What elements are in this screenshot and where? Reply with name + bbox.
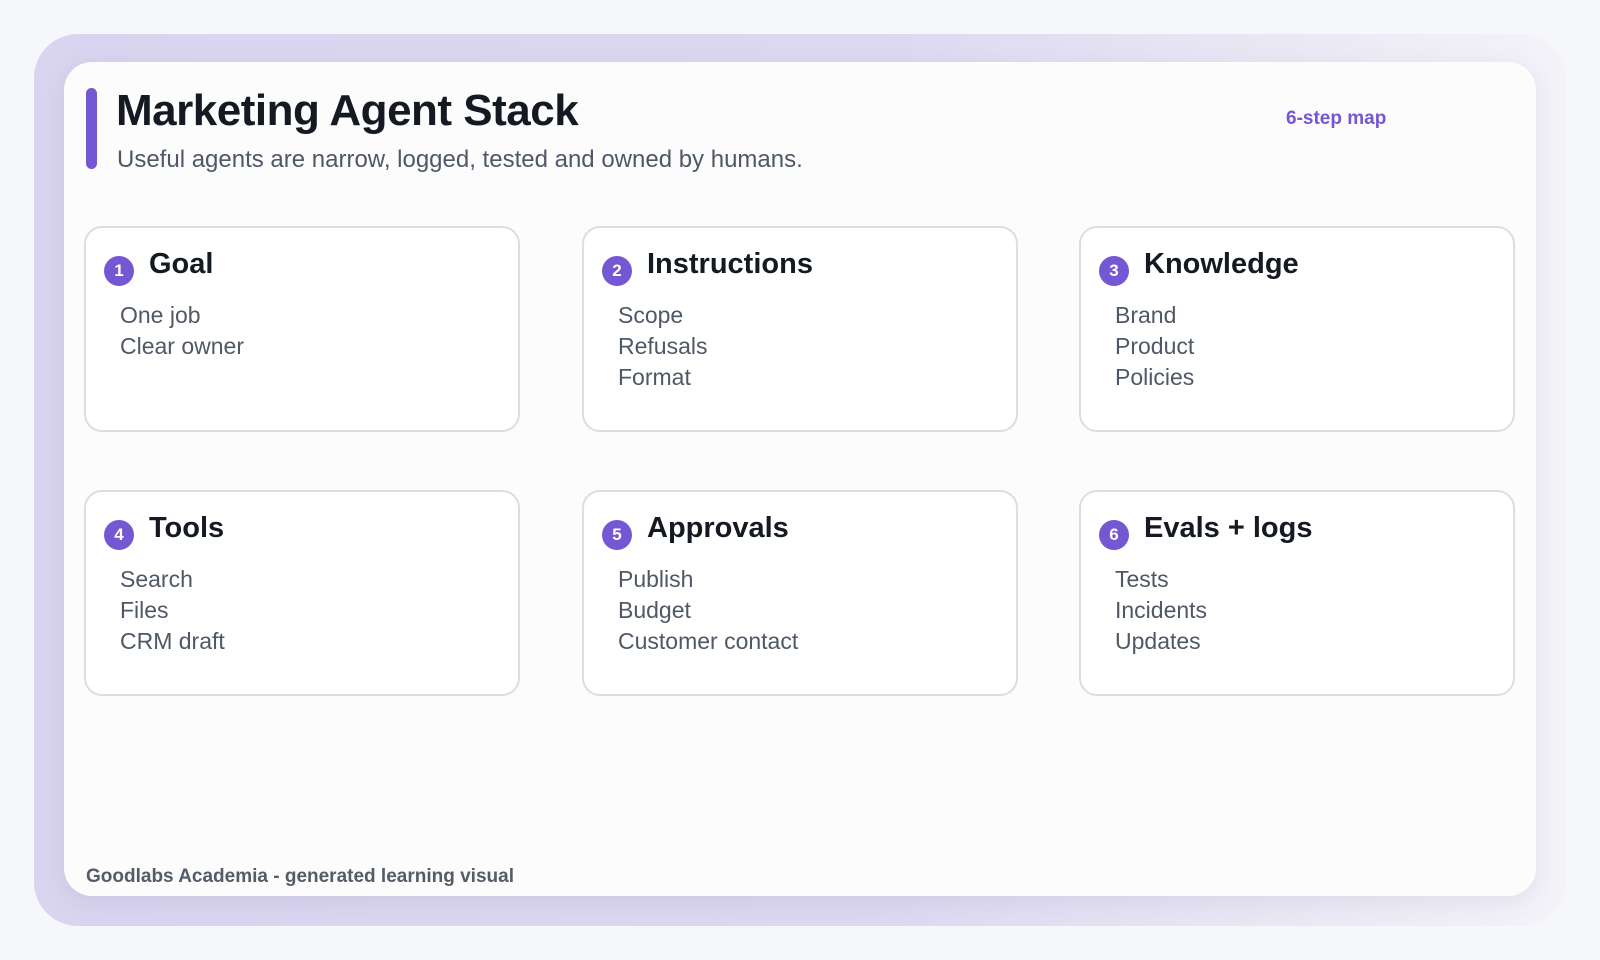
step-item: One job [120, 302, 201, 328]
step-item: Tests [1115, 566, 1169, 592]
step-number-badge: 4 [104, 520, 134, 550]
step-item: Brand [1115, 302, 1177, 328]
step-title: Approvals [647, 512, 789, 544]
step-item: Scope [618, 302, 684, 328]
step-title: Evals + logs [1144, 512, 1313, 544]
step-item: Files [120, 597, 169, 623]
step-item: Policies [1115, 364, 1195, 390]
step-item: Incidents [1115, 597, 1208, 623]
step-card-tools: 4 Tools Search Files CRM draft [84, 490, 520, 696]
step-item: CRM draft [120, 628, 225, 654]
step-items: Tests Incidents Updates [1115, 564, 1207, 657]
step-title: Goal [149, 248, 214, 280]
step-card-approvals: 5 Approvals Publish Budget Customer cont… [582, 490, 1018, 696]
step-number-badge: 5 [602, 520, 632, 550]
step-item: Clear owner [120, 333, 244, 359]
step-items: Brand Product Policies [1115, 300, 1194, 393]
step-title: Knowledge [1144, 248, 1299, 280]
step-item: Budget [618, 597, 691, 623]
step-card-knowledge: 3 Knowledge Brand Product Policies [1079, 226, 1515, 432]
title-accent-bar [86, 88, 97, 169]
page-subtitle: Useful agents are narrow, logged, tested… [117, 146, 803, 173]
step-map-label: 6-step map [1286, 108, 1387, 129]
step-items: Scope Refusals Format [618, 300, 707, 393]
step-item: Publish [618, 566, 694, 592]
step-item: Search [120, 566, 193, 592]
step-card-instructions: 2 Instructions Scope Refusals Format [582, 226, 1018, 432]
step-items: One job Clear owner [120, 300, 244, 362]
step-number-badge: 1 [104, 256, 134, 286]
step-number-badge: 2 [602, 256, 632, 286]
diagram-card: Marketing Agent Stack Useful agents are … [64, 62, 1536, 896]
step-title: Instructions [647, 248, 813, 280]
step-item: Refusals [618, 333, 708, 359]
step-card-goal: 1 Goal One job Clear owner [84, 226, 520, 432]
step-item: Customer contact [618, 628, 799, 654]
step-number-badge: 3 [1099, 256, 1129, 286]
step-title: Tools [149, 512, 225, 544]
step-item: Updates [1115, 628, 1201, 654]
step-item: Product [1115, 333, 1195, 359]
step-item: Format [618, 364, 691, 390]
step-card-evals-logs: 6 Evals + logs Tests Incidents Updates [1079, 490, 1515, 696]
page-title: Marketing Agent Stack [116, 86, 579, 135]
footer-credit: Goodlabs Academia - generated learning v… [86, 866, 514, 887]
step-number-badge: 6 [1099, 520, 1129, 550]
step-items: Publish Budget Customer contact [618, 564, 798, 657]
step-items: Search Files CRM draft [120, 564, 225, 657]
